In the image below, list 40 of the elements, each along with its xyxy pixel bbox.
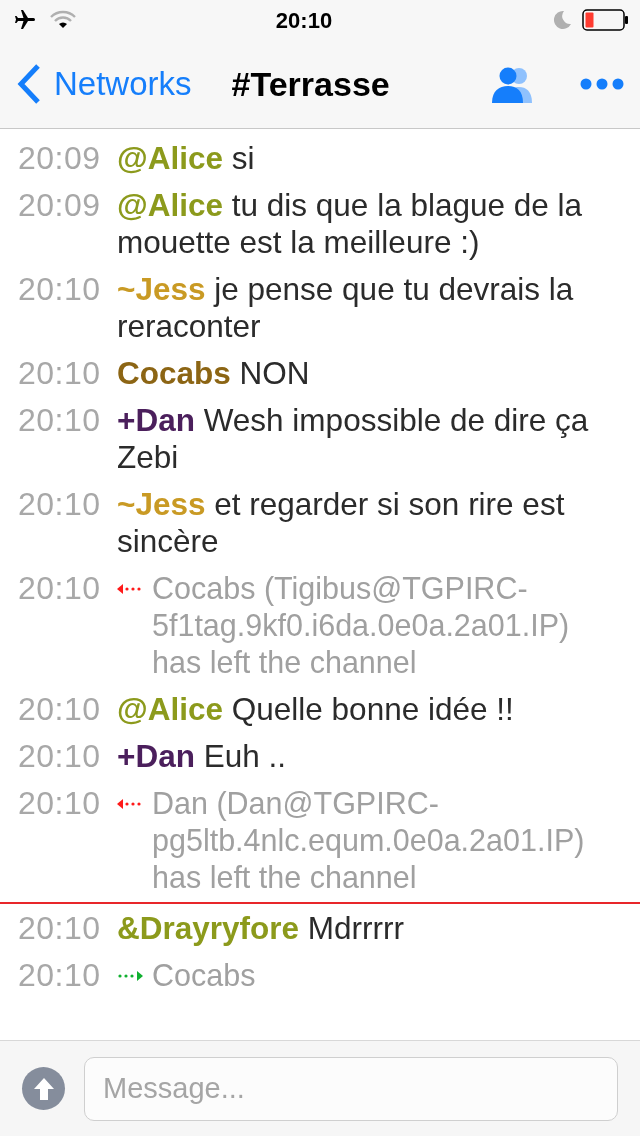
status-time: 20:10 xyxy=(274,6,334,35)
chat-message: ~Jess je pense que tu devrais la reraconter xyxy=(117,271,575,345)
leave-arrow-icon xyxy=(117,583,143,595)
channel-title: #Terrasse xyxy=(231,63,390,105)
event-text: Cocabs xyxy=(152,957,256,994)
chat-message: &Drayryfore Mdrrrrr xyxy=(117,910,405,947)
moon-icon xyxy=(552,10,572,30)
timestamp: 20:10 xyxy=(18,785,102,823)
chat-message: @Alice si xyxy=(117,140,255,177)
battery-icon xyxy=(582,9,628,31)
timestamp: 20:10 xyxy=(18,691,102,728)
message-field[interactable]: Message... xyxy=(84,1056,618,1121)
chat-message: +Dan Euh .. xyxy=(117,738,286,775)
timestamp: 20:09 xyxy=(18,187,102,225)
timestamp: 20:10 xyxy=(18,402,102,440)
timestamp: 20:10 xyxy=(18,957,102,994)
more-icon xyxy=(580,78,624,90)
timestamp: 20:10 xyxy=(18,570,102,608)
chat-message: @Alice tu dis que la blague de la mouette est la meilleure :) xyxy=(117,187,584,261)
chat-message: ~Jess et regarder si son rire est sincère xyxy=(117,486,566,560)
leave-arrow-icon xyxy=(117,798,143,810)
timestamp: 20:10 xyxy=(18,355,102,392)
upload-button[interactable] xyxy=(22,1067,65,1110)
chat-message: +Dan Wesh impossible de dire ça Zebi xyxy=(117,402,590,476)
chevron-left-icon xyxy=(16,63,42,105)
arrow-up-icon xyxy=(32,1076,55,1101)
chat-message: Cocabs NON xyxy=(117,355,310,392)
wifi-icon xyxy=(50,10,76,30)
timestamp: 20:10 xyxy=(18,738,102,775)
timestamp: 20:09 xyxy=(18,140,102,177)
join-arrow-icon xyxy=(117,970,143,982)
event-text: Dan (Dan@TGPIRC-pg5ltb.4nlc.equm.0e0a.2a01.IP) has left the channel xyxy=(152,785,586,896)
timestamp: 20:10 xyxy=(18,486,102,524)
timestamp: 20:10 xyxy=(18,910,102,947)
back-button[interactable]: Networks xyxy=(16,59,192,109)
more-button[interactable] xyxy=(580,78,624,90)
chat-message: @Alice Quelle bonne idée !! xyxy=(117,691,514,728)
airplane-icon xyxy=(12,8,38,32)
timestamp: 20:10 xyxy=(18,271,102,309)
event-text: Cocabs (Tigibus@TGPIRC-5f1tag.9kf0.i6da.0e0a.2a01.IP) has left the channel xyxy=(152,570,571,681)
